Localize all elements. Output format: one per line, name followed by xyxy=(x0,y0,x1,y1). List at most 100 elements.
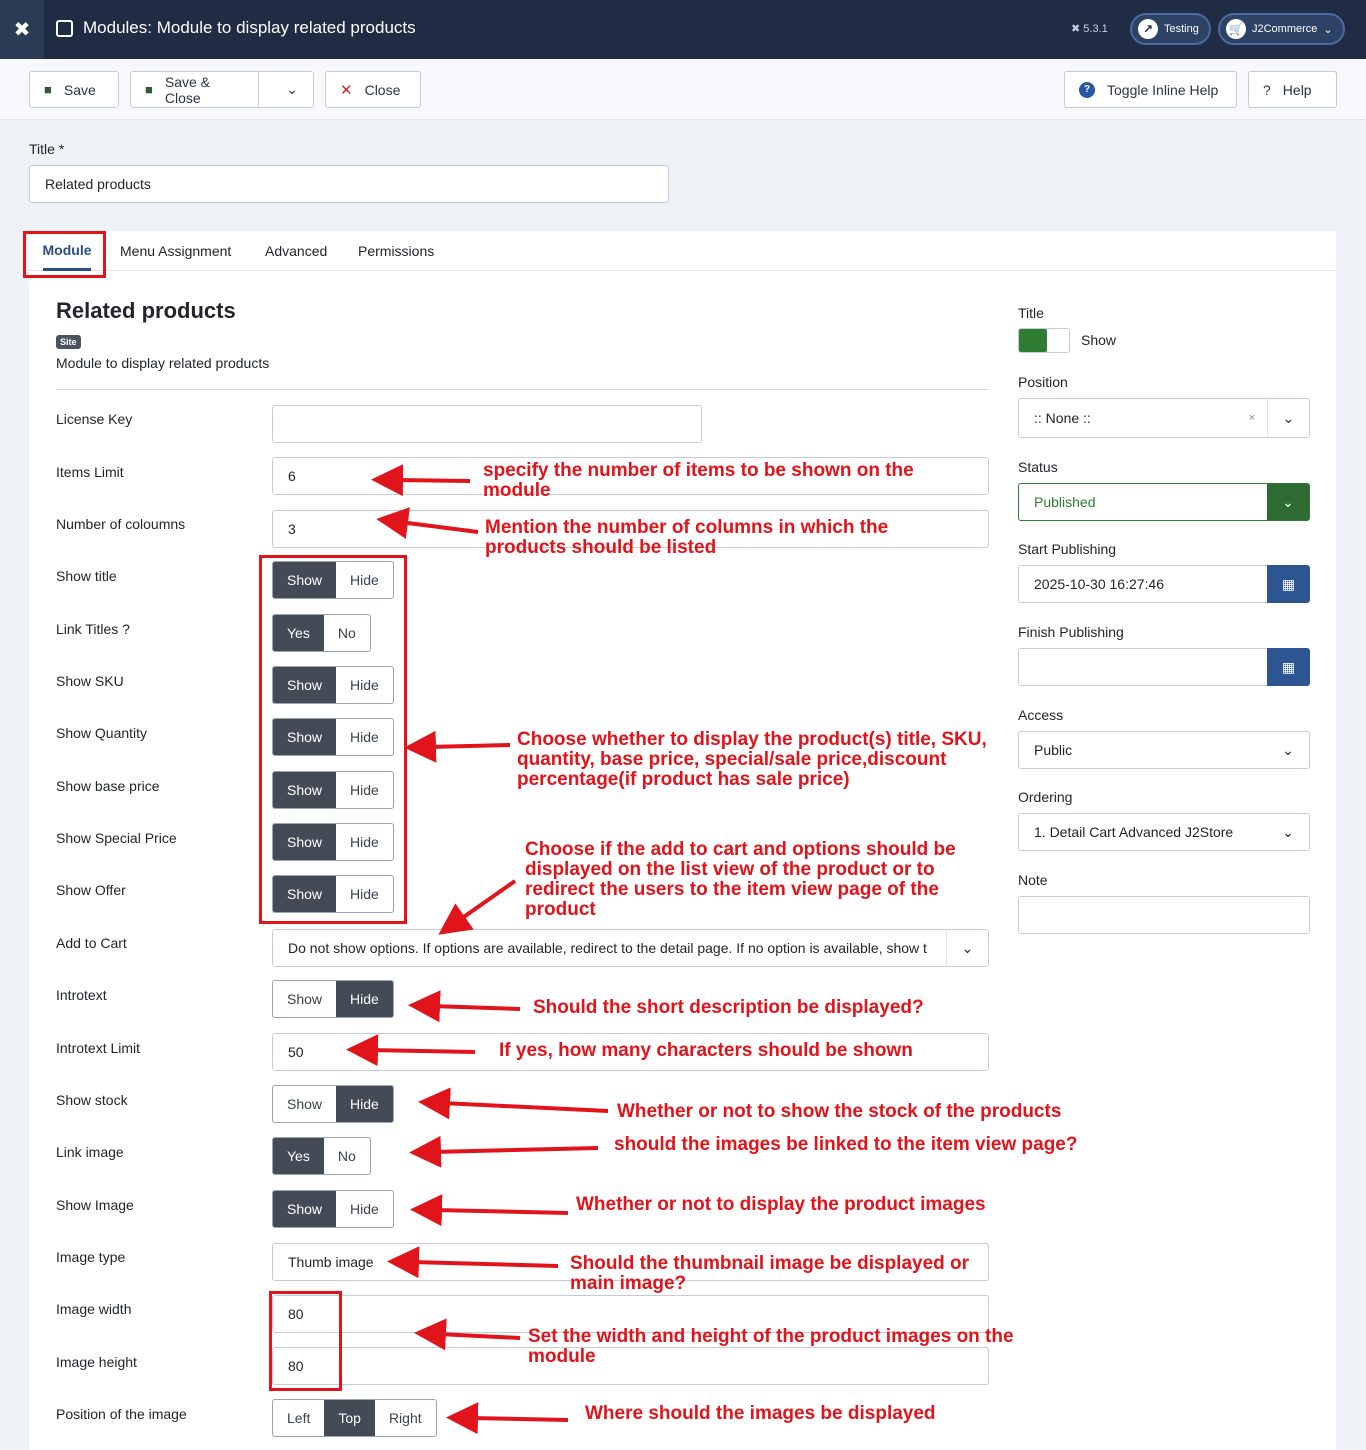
save-icon: ■ xyxy=(145,82,153,97)
show-image-toggle[interactable]: Show Hide xyxy=(272,1190,394,1228)
image-position-label: Position of the image xyxy=(56,1406,187,1422)
introtext-limit-label: Introtext Limit xyxy=(56,1040,141,1056)
ordering-label: Ordering xyxy=(1018,789,1073,805)
site-link-button[interactable]: ↗ Testing xyxy=(1130,13,1211,45)
license-key-label: License Key xyxy=(56,411,133,427)
note-label: Note xyxy=(1018,872,1048,888)
start-publishing-label: Start Publishing xyxy=(1018,541,1117,557)
calendar-icon[interactable]: ▦ xyxy=(1267,565,1310,603)
image-position-right[interactable]: Right xyxy=(375,1400,436,1436)
show-title-label: Show title xyxy=(56,568,117,584)
page-title: Modules: Module to display related produ… xyxy=(56,18,416,38)
toggle-inline-help-button[interactable]: ? Toggle Inline Help xyxy=(1064,71,1237,108)
image-width-label: Image width xyxy=(56,1301,132,1317)
position-label: Position xyxy=(1018,374,1068,390)
chevron-down-icon[interactable]: ⌄ xyxy=(271,72,313,107)
status-label: Status xyxy=(1018,459,1058,475)
link-image-label: Link image xyxy=(56,1144,124,1160)
show-image-label: Show Image xyxy=(56,1197,134,1213)
tab-advanced[interactable]: Advanced xyxy=(265,231,327,271)
show-stock-hide[interactable]: Hide xyxy=(336,1086,393,1122)
annotation-link-image: should the images be linked to the item … xyxy=(614,1134,1078,1155)
image-height-label: Image height xyxy=(56,1354,137,1370)
link-image-no[interactable]: No xyxy=(324,1138,370,1174)
annotation-introtext: Should the short description be displaye… xyxy=(533,997,924,1018)
show-stock-toggle[interactable]: Show Hide xyxy=(272,1085,394,1123)
save-close-button[interactable]: ■ Save & Close ⌄ xyxy=(130,71,314,108)
license-key-input[interactable] xyxy=(272,405,702,443)
top-bar: ✖ Modules: Module to display related pro… xyxy=(0,0,1366,59)
show-sku-label: Show SKU xyxy=(56,673,124,689)
annotation-introtext-limit: If yes, how many characters should be sh… xyxy=(499,1040,913,1061)
close-icon: ✕ xyxy=(340,81,353,99)
annotation-size: Set the width and height of the product … xyxy=(528,1326,1014,1367)
annotation-display: Choose whether to display the product(s)… xyxy=(517,729,987,790)
annotation-position: Where should the images be displayed xyxy=(585,1403,936,1424)
clear-icon[interactable]: × xyxy=(1249,412,1255,424)
show-stock-label: Show stock xyxy=(56,1092,128,1108)
title-label: Title * xyxy=(29,141,65,157)
add-to-cart-label: Add to Cart xyxy=(56,935,127,951)
tab-permissions[interactable]: Permissions xyxy=(358,231,434,271)
question-icon: ? xyxy=(1263,81,1271,98)
title-switch-label: Show xyxy=(1081,332,1117,348)
note-input[interactable] xyxy=(1018,896,1310,934)
title-input[interactable]: Related products xyxy=(29,165,669,203)
finish-publishing-label: Finish Publishing xyxy=(1018,624,1124,640)
annotation-image-type: Should the thumbnail image be displayed … xyxy=(570,1253,970,1294)
show-base-price-label: Show base price xyxy=(56,778,160,794)
external-link-icon: ↗ xyxy=(1138,19,1158,39)
show-image-hide[interactable]: Hide xyxy=(336,1191,393,1227)
ordering-select[interactable]: 1. Detail Cart Advanced J2Store ⌄ xyxy=(1018,813,1310,851)
image-position-toggle[interactable]: Left Top Right xyxy=(272,1399,437,1437)
columns-label: Number of coloumns xyxy=(56,516,186,532)
link-image-yes[interactable]: Yes xyxy=(273,1138,324,1174)
introtext-label: Introtext xyxy=(56,987,107,1003)
link-image-toggle[interactable]: Yes No xyxy=(272,1137,371,1175)
divider xyxy=(56,389,989,390)
add-to-cart-select[interactable]: Do not show options. If options are avai… xyxy=(272,929,989,967)
link-titles-label: Link Titles ? xyxy=(56,621,130,637)
status-select[interactable]: Published ⌄ xyxy=(1018,483,1310,521)
finish-publishing-input[interactable] xyxy=(1018,648,1268,686)
chevron-down-icon: ⌄ xyxy=(1267,484,1309,520)
chevron-down-icon: ⌄ xyxy=(1267,399,1309,437)
tab-menu-assignment[interactable]: Menu Assignment xyxy=(120,231,231,271)
cart-icon: 🛒 xyxy=(1226,19,1246,39)
items-limit-label: Items Limit xyxy=(56,464,124,480)
calendar-icon[interactable]: ▦ xyxy=(1267,648,1310,686)
tab-highlight-box xyxy=(23,231,106,278)
show-offer-label: Show Offer xyxy=(56,882,126,898)
save-button[interactable]: ■ Save xyxy=(29,71,119,108)
toolbar: ■ Save ■ Save & Close ⌄ ✕ Close ? Toggle … xyxy=(0,59,1366,120)
show-image-show[interactable]: Show xyxy=(273,1191,337,1227)
annotation-show-image: Whether or not to display the product im… xyxy=(576,1194,986,1215)
cube-icon xyxy=(56,19,73,37)
annotation-add-to-cart: Choose if the add to cart and options sh… xyxy=(525,839,956,920)
module-description: Module to display related products xyxy=(56,355,270,371)
annotation-stock: Whether or not to show the stock of the … xyxy=(617,1101,1062,1122)
question-circle-icon: ? xyxy=(1079,81,1095,98)
help-button[interactable]: ? Help xyxy=(1248,71,1337,108)
title-show-switch[interactable] xyxy=(1018,328,1070,353)
introtext-hide[interactable]: Hide xyxy=(336,981,393,1017)
introtext-show[interactable]: Show xyxy=(273,981,336,1017)
chevron-down-icon: ⌄ xyxy=(1282,823,1294,840)
image-type-label: Image type xyxy=(56,1249,126,1265)
size-highlight-box xyxy=(269,1291,342,1391)
sidebar-title-label: Title xyxy=(1018,305,1044,321)
image-position-left[interactable]: Left xyxy=(273,1400,324,1436)
show-quantity-label: Show Quantity xyxy=(56,725,148,741)
start-publishing-input[interactable]: 2025-10-30 16:27:46 xyxy=(1018,565,1268,603)
introtext-toggle[interactable]: Show Hide xyxy=(272,980,394,1018)
user-menu-button[interactable]: 🛒 J2Commerce ⌄ xyxy=(1218,13,1345,45)
show-stock-show[interactable]: Show xyxy=(273,1086,336,1122)
site-badge: Site xyxy=(56,335,81,349)
version-label: ✖ 5.3.1 xyxy=(1071,23,1108,35)
position-select[interactable]: :: None :: × ⌄ xyxy=(1018,398,1310,438)
module-heading: Related products xyxy=(56,298,236,323)
access-select[interactable]: Public ⌄ xyxy=(1018,731,1310,769)
image-position-top[interactable]: Top xyxy=(324,1400,375,1436)
close-button[interactable]: ✕ Close xyxy=(325,71,421,108)
joomla-logo-icon[interactable]: ✖ xyxy=(0,0,44,59)
